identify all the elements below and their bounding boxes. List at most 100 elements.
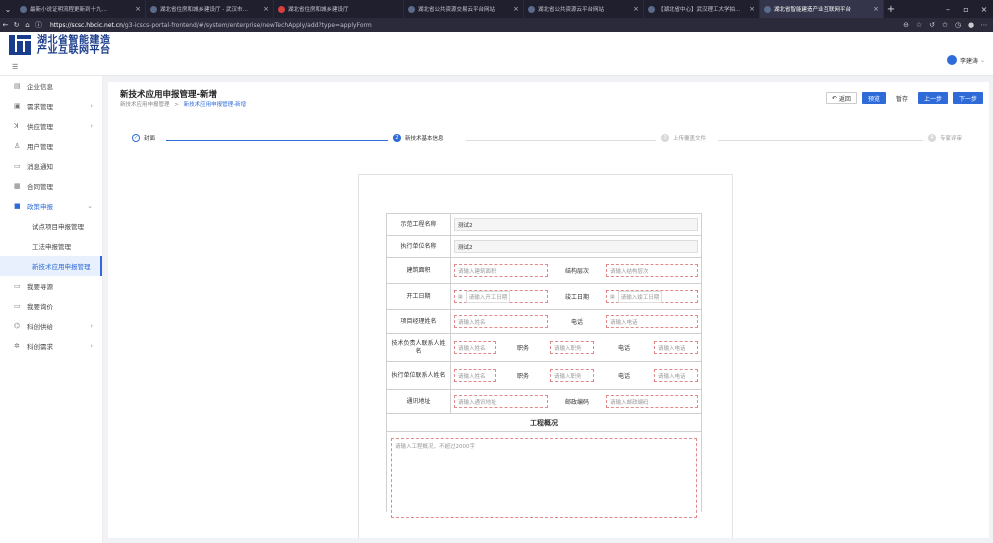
structure-input[interactable]: 请输入结构层次 — [606, 264, 698, 277]
minimize-icon[interactable]: – — [939, 5, 957, 14]
logo[interactable]: 湖北省智能建造 产业互联网平台 — [9, 35, 111, 57]
sidebar-item-users[interactable]: ♙ 用户管理 — [0, 136, 102, 156]
breadcrumb-parent[interactable]: 新技术应用申报管理 — [120, 102, 170, 108]
tech-name-input[interactable]: 请输入姓名 — [454, 341, 496, 354]
sidebar-subitem-pilot[interactable]: 试点项目申报管理 — [0, 216, 102, 236]
step-basic-info[interactable]: 2 新技术基本信息 — [393, 134, 444, 142]
exec-phone-label: 电话 — [617, 373, 630, 380]
chevron-down-icon: ⌄ — [87, 202, 93, 210]
user-menu[interactable]: 李建涛 ⌄ — [946, 55, 985, 65]
sidebar-item-demand[interactable]: ▣ 需求管理 › — [0, 96, 102, 116]
url-field[interactable]: https://scsc.hbcic.net.cn/g3-icscs-porta… — [50, 22, 372, 29]
step-review[interactable]: 4 专家评审 — [928, 134, 962, 142]
sidebar-item-supply[interactable]: ꓘ 供应管理 › — [0, 116, 102, 136]
zoom-icon[interactable]: ⊖ — [901, 21, 911, 29]
sidebar-item-messages[interactable]: ▭ 消息通知 — [0, 156, 102, 176]
tab-close-icon[interactable]: × — [135, 5, 141, 13]
tab-menu-icon[interactable]: ⌄ — [0, 0, 16, 18]
return-icon: ↶ — [831, 94, 837, 102]
bookmarks-icon[interactable]: ✩ — [940, 21, 950, 29]
start-date-picker[interactable]: ▦ 请输入开工日期 — [454, 290, 548, 303]
browser-tab-active[interactable]: 湖北省智能建造产业互联网平台 × — [760, 0, 884, 18]
user-name: 李建涛 — [959, 57, 978, 65]
exec-duty-input[interactable]: 请输入职务 — [550, 369, 594, 382]
sidebar-item-label: 企业信息 — [27, 83, 53, 91]
step-upload[interactable]: 3 上传覆盖文件 — [661, 134, 706, 142]
policy-icon: ■ — [14, 202, 21, 210]
browser-tab[interactable]: 最新小说证明流程更新到十九… × — [16, 0, 146, 18]
tab-close-icon[interactable]: × — [263, 5, 269, 13]
new-tab-button[interactable]: + — [884, 4, 898, 15]
tab-close-icon[interactable]: × — [873, 5, 879, 13]
sidebar-subitem-method[interactable]: 工法申报管理 — [0, 236, 102, 256]
profile-icon[interactable]: ● — [966, 21, 976, 29]
step-number: 3 — [661, 134, 669, 142]
back-button-label: 返回 — [838, 95, 851, 103]
tab-close-icon[interactable]: × — [633, 5, 639, 13]
tab-favicon-icon — [648, 5, 655, 13]
form-row: 通讯地址 请输入通讯地址 邮政编码 请输入邮政编码 — [387, 390, 701, 414]
step-cover[interactable]: ✓ 封面 — [132, 134, 155, 142]
favorite-icon[interactable]: ☆ — [914, 21, 924, 29]
demo-project-field[interactable]: 测试2 — [454, 218, 698, 231]
end-date-picker[interactable]: ▦ 请输入竣工日期 — [606, 290, 698, 303]
browser-tab[interactable]: 湖北省住房和城乡建设厅 - 武汉市… × — [146, 0, 274, 18]
step-number: 2 — [393, 134, 401, 142]
next-step-button[interactable]: 下一步 — [952, 92, 983, 104]
logo-mark-icon — [9, 35, 33, 57]
tech-phone-input[interactable]: 请输入电话 — [654, 341, 698, 354]
browser-tab[interactable]: 湖北省公共资源交易云平台网站 × — [404, 0, 524, 18]
tech-duty-input[interactable]: 请输入职务 — [550, 341, 594, 354]
sidebar-subitem-label: 工法申报管理 — [32, 243, 71, 251]
exec-unit-field[interactable]: 测试2 — [454, 240, 698, 253]
action-toolbar: ↶ 返回 预览 暂存 上一步 下一步 — [825, 92, 983, 104]
postcode-input[interactable]: 请输入邮政编码 — [606, 395, 698, 408]
browser-tab[interactable]: 【湖北省中心】武汉理工大学拍… × — [644, 0, 760, 18]
check-icon: ✓ — [132, 134, 140, 142]
area-label: 建筑面积 — [387, 258, 451, 283]
exec-name-input[interactable]: 请输入姓名 — [454, 369, 496, 382]
sidebar-item-tech-demand[interactable]: ✲ 科创需求 › — [0, 336, 102, 356]
sidebar-item-sourcing[interactable]: ▭ 我要寻源 — [0, 276, 102, 296]
preview-button[interactable]: 预览 — [861, 92, 886, 104]
back-button[interactable]: ↶ 返回 — [825, 92, 857, 104]
browser-tab[interactable]: 湖北省住房和城乡建设厅 — [274, 0, 404, 18]
browser-tab-bar: ⌄ 最新小说证明流程更新到十九… × 湖北省住房和城乡建设厅 - 武汉市… × … — [0, 0, 993, 18]
calendar-icon: ▦ — [458, 293, 463, 300]
maximize-icon[interactable]: ▫ — [957, 5, 975, 14]
sidebar-item-label: 合同管理 — [27, 183, 53, 191]
sidebar-item-enterprise-info[interactable]: ▤ 企业信息 — [0, 76, 102, 96]
sidebar-item-policy[interactable]: ■ 政策申报 ⌄ — [0, 196, 102, 216]
site-info-icon[interactable]: ⓘ — [33, 20, 44, 30]
user-icon: ♙ — [14, 142, 21, 150]
refresh-alt-icon[interactable]: ↺ — [927, 21, 937, 29]
end-date-label: 竣工日期 — [564, 294, 589, 301]
history-icon[interactable]: ◷ — [953, 21, 963, 29]
sidebar-item-tech-supply[interactable]: ⌬ 科创供给 › — [0, 316, 102, 336]
pm-phone-input[interactable]: 请输入电话 — [606, 315, 698, 328]
tab-close-icon[interactable]: × — [749, 5, 755, 13]
menu-toggle-icon[interactable]: ☰ — [12, 63, 18, 71]
contract-icon: ▦ — [14, 182, 21, 190]
pm-name-input[interactable]: 请输入姓名 — [454, 315, 548, 328]
exec-phone-input[interactable]: 请输入电话 — [654, 369, 698, 382]
save-draft-button[interactable]: 暂存 — [891, 92, 913, 104]
more-icon[interactable]: ⋯ — [979, 21, 989, 29]
sidebar-item-inquiry[interactable]: ▭ 我要询价 — [0, 296, 102, 316]
close-icon[interactable]: × — [975, 5, 993, 14]
form-row: 示范工程名称 测试2 — [387, 214, 701, 236]
area-input[interactable]: 请输入建筑面积 — [454, 264, 548, 277]
back-icon[interactable]: ← — [0, 21, 11, 29]
home-icon[interactable]: ⌂ — [22, 21, 33, 29]
address-input[interactable]: 请输入通讯地址 — [454, 395, 548, 408]
browser-tab[interactable]: 湖北省公共资源云平台网站 × — [524, 0, 644, 18]
tab-close-icon[interactable]: × — [513, 5, 519, 13]
exec-contact-label: 执行单位联系人姓名 — [387, 362, 451, 389]
chevron-down-icon: ⌄ — [979, 56, 985, 64]
chevron-right-icon: › — [90, 322, 93, 330]
reload-icon[interactable]: ↻ — [11, 21, 22, 29]
sidebar-item-contracts[interactable]: ▦ 合同管理 — [0, 176, 102, 196]
sidebar-subitem-newtech[interactable]: 新技术应用申报管理 — [0, 256, 102, 276]
prev-step-button[interactable]: 上一步 — [917, 92, 948, 104]
overview-textarea[interactable]: 请输入工程概况，不超过2000字 — [391, 438, 697, 518]
